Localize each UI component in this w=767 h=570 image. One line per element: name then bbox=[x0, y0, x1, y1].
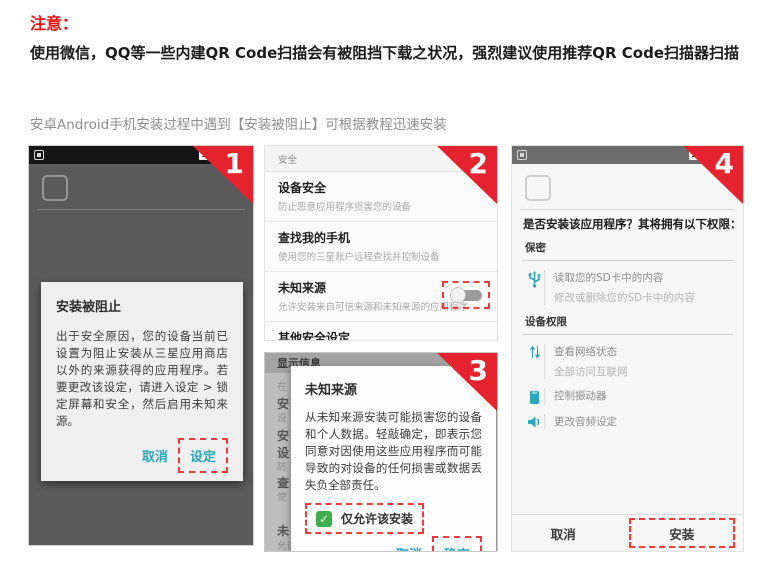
dimmed-text: 在 bbox=[277, 379, 287, 393]
usb-storage-icon bbox=[525, 270, 545, 305]
section-device: 设备权限 bbox=[522, 314, 733, 335]
intro-text: 安卓Android手机安装过程中遇到【安装被阻止】可根据教程迅速安装 bbox=[30, 113, 447, 133]
dimmed-text: 防 bbox=[277, 459, 287, 473]
divider bbox=[37, 209, 245, 210]
step-badge: 4 bbox=[683, 146, 743, 204]
speaker-icon bbox=[525, 414, 545, 429]
notification-icon bbox=[517, 150, 527, 160]
permission-audio: 更改音频设定 bbox=[522, 414, 733, 429]
notice-body: 使用微信，QQ等一些内建QR Code扫描会有被阻挡下载之状况，强烈建议使用推荐… bbox=[30, 40, 748, 66]
network-arrows-icon bbox=[525, 344, 545, 379]
list-item-device-security[interactable]: 设备安全 防止恶意应用程序损害您的设备 bbox=[265, 172, 497, 222]
tutorial-page: 注意： 使用微信，QQ等一些内建QR Code扫描会有被阻挡下载之状况，强烈建议… bbox=[0, 0, 767, 570]
vibration-icon bbox=[525, 388, 545, 405]
notification-icon bbox=[34, 150, 44, 160]
screenshot-step2: 安全 设备安全 防止恶意应用程序损害您的设备 查找我的手机 使用您的三星账户远程… bbox=[264, 145, 498, 341]
screenshot-step3: 显示信息 在 安 设 安 设 防 查 使 未 允许安装来自可信来源和未知来源的应… bbox=[264, 352, 498, 552]
dialog-body: 出于安全原因，您的设备当前已设置为阻止安装从三星应用商店以外的来源获得的应用程序… bbox=[56, 328, 228, 430]
permission-vibration: 控制振动器 bbox=[522, 388, 733, 405]
unknown-sources-toggle[interactable] bbox=[450, 287, 482, 303]
allow-once-highlight: ✓ 仅允许该安装 bbox=[305, 503, 424, 534]
permission-storage: 读取您的SD卡中的内容 修改或删除您的SD卡中的内容 bbox=[522, 270, 733, 305]
settings-button[interactable]: 设定 bbox=[178, 438, 228, 473]
app-icon-placeholder bbox=[42, 175, 68, 201]
list-item-find-my-mobile[interactable]: 查找我的手机 使用您的三星账户远程查找并控制设备 bbox=[265, 222, 497, 272]
checkbox-checked-icon[interactable]: ✓ bbox=[316, 511, 332, 527]
divider bbox=[520, 209, 735, 210]
cancel-button[interactable]: 取消 bbox=[512, 515, 615, 551]
dialog-title: 未知来源 bbox=[305, 379, 482, 398]
ok-button[interactable]: 确定 bbox=[432, 536, 482, 552]
screenshot-step1: 1 4G 7: 安装被阻止 出于安全原因，您的设备当前已设置为阻止安装从三星应用… bbox=[28, 145, 254, 546]
list-item-other-security[interactable]: 其他安全设定 更改安全更新和证书存储等其他安全设定 bbox=[265, 322, 497, 341]
cancel-button[interactable]: 取消 bbox=[386, 538, 432, 552]
permission-network: 查看网络状态 全部访问互联网 bbox=[522, 344, 733, 379]
step-badge: 1 bbox=[193, 146, 253, 204]
screenshot-step4: 1 4G 7: 是否安装该应用程序？其将拥有以下权限： 保密 读取您的SD卡中的… bbox=[511, 145, 744, 552]
dimmed-text: 使 bbox=[277, 489, 287, 503]
notice-label: 注意： bbox=[30, 10, 78, 34]
dimmed-text: 未 bbox=[277, 522, 289, 539]
dialog-title: 安装被阻止 bbox=[56, 296, 228, 315]
app-icon-placeholder bbox=[525, 175, 551, 201]
unknown-sources-toggle-highlight bbox=[442, 281, 490, 309]
dimmed-text: 设 bbox=[277, 410, 287, 424]
install-button[interactable]: 安装 bbox=[629, 518, 736, 548]
cancel-button[interactable]: 取消 bbox=[132, 440, 178, 471]
section-privacy: 保密 bbox=[522, 240, 733, 261]
install-button-bar: 取消 安装 bbox=[512, 514, 743, 551]
dimmed-text: 安 bbox=[277, 427, 289, 444]
install-blocked-dialog: 安装被阻止 出于安全原因，您的设备当前已设置为阻止安装从三星应用商店以外的来源获… bbox=[41, 282, 243, 481]
dialog-body: 从未知来源安装可能损害您的设备和个人数据。轻敲确定，即表示您同意对因使用这些应用… bbox=[305, 409, 482, 494]
unknown-sources-dialog: 未知来源 从未知来源安装可能损害您的设备和个人数据。轻敲确定，即表示您同意对因使… bbox=[291, 366, 496, 552]
checkbox-label: 仅允许该安装 bbox=[341, 510, 413, 527]
list-item-unknown-sources[interactable]: 未知来源 允许安装来自可信来源和未知来源的应用程序 bbox=[265, 272, 497, 322]
install-question: 是否安装该应用程序？其将拥有以下权限： bbox=[512, 216, 743, 232]
